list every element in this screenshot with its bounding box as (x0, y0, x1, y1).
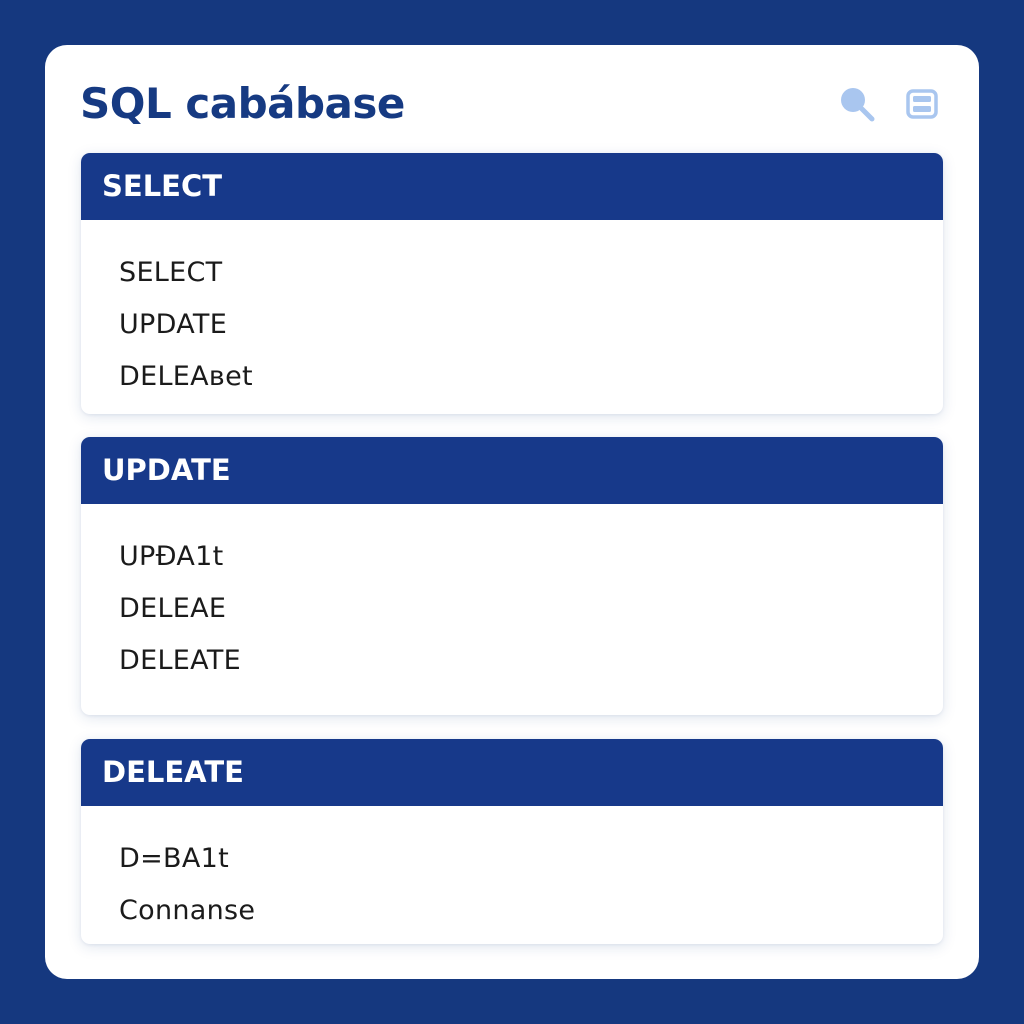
app-window: SQL cabábase SELECT SELECT UPDATE DELEAв… (45, 45, 979, 979)
section-body-update: UPÐA1t DELEAE DELEATE (81, 504, 943, 687)
list-item[interactable]: Connanse (119, 885, 943, 937)
list-item[interactable]: DELEAE (119, 583, 943, 635)
list-item[interactable]: D=BA1t (119, 833, 943, 885)
list-item[interactable]: UPÐA1t (119, 531, 943, 583)
section-select: SELECT SELECT UPDATE DELEAвet (81, 153, 943, 414)
section-delete: DELEATE D=BA1t Connanse (81, 739, 943, 944)
panel-icon (906, 89, 938, 119)
section-body-delete: D=BA1t Connanse (81, 806, 943, 937)
section-update: UPDATE UPÐA1t DELEAE DELEATE (81, 437, 943, 715)
section-header-update[interactable]: UPDATE (81, 437, 943, 504)
list-item[interactable]: UPDATE (119, 299, 943, 351)
section-header-delete[interactable]: DELEATE (81, 739, 943, 806)
search-icon (841, 88, 875, 122)
list-item[interactable]: SELECT (119, 247, 943, 299)
section-header-select[interactable]: SELECT (81, 153, 943, 220)
list-item[interactable]: DELEAвet (119, 351, 943, 403)
app-title: SQL cabábase (80, 79, 405, 128)
section-body-select: SELECT UPDATE DELEAвet (81, 220, 943, 403)
search-button[interactable] (838, 85, 876, 123)
list-item[interactable]: DELEATE (119, 635, 943, 687)
panel-toggle-button[interactable] (903, 85, 941, 123)
